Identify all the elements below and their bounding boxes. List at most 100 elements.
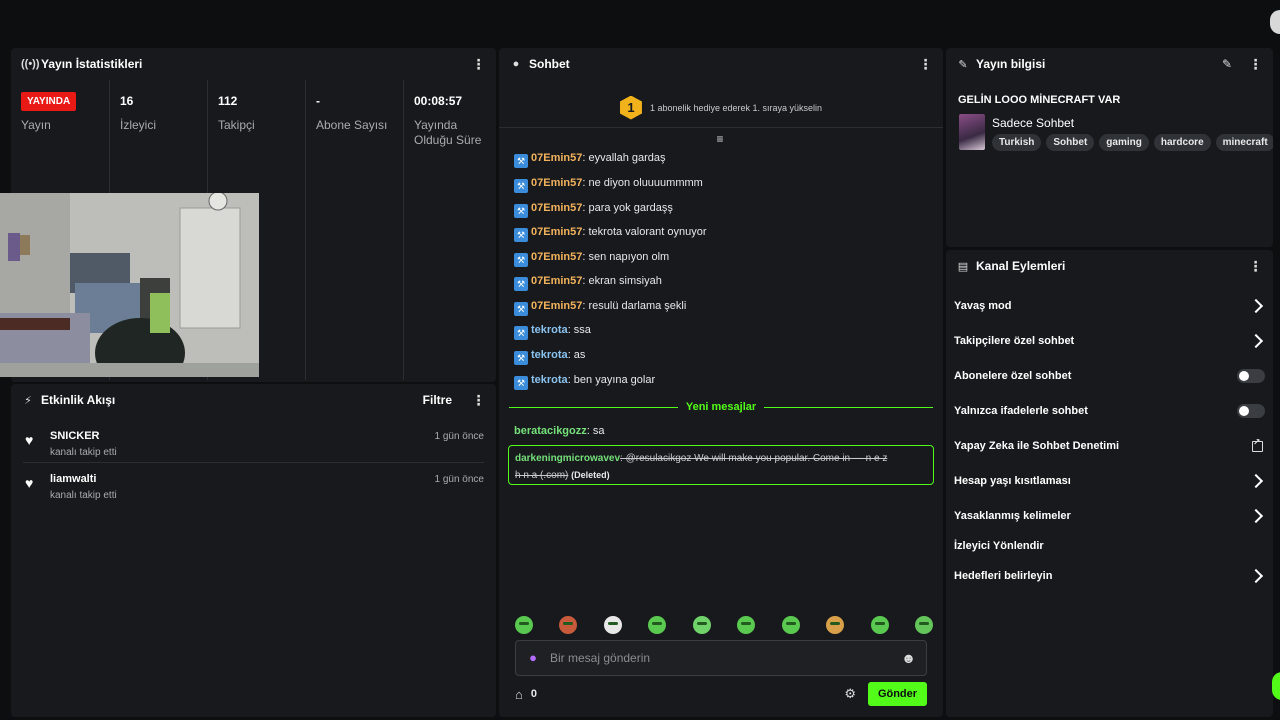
chat-menu-icon[interactable]: ⋮ [917, 56, 933, 73]
moderator-badge-icon: ⚒ [514, 253, 528, 267]
action-ai-moderation[interactable]: Yapay Zeka ile Sohbet Denetimi [954, 436, 1265, 456]
chat-username[interactable]: 07Emin57 [531, 152, 582, 164]
divider-line [509, 406, 678, 408]
profile-avatar[interactable] [1270, 10, 1280, 34]
emote-icon[interactable] [870, 616, 889, 634]
moderator-badge-icon: ⚒ [514, 326, 528, 340]
tag-list: Turkish Sohbet gaming hardcore minecraft [992, 134, 1273, 151]
activity-time: 1 gün önce [434, 431, 485, 442]
gear-icon[interactable]: ⚙ [844, 686, 856, 702]
emoji-picker-icon[interactable]: ☻ [901, 650, 916, 666]
action-banned-words[interactable]: Yasaklanmış kelimeler [954, 506, 1265, 526]
action-emotes-only[interactable]: Yalnızca ifadelerle sohbet [954, 401, 1265, 421]
stream-info-header: ✎ Yayın bilgisi ✎ ⋮ [946, 48, 1273, 80]
info-menu-icon[interactable]: ⋮ [1247, 56, 1263, 73]
chevron-right-icon [1248, 473, 1264, 489]
store-icon[interactable]: ⌂ [515, 687, 523, 702]
send-button[interactable]: Gönder [868, 682, 927, 706]
broadcast-icon: ((•)) [21, 58, 40, 70]
chat-username[interactable]: tekrota [531, 324, 568, 336]
chat-message: ⚒ 07Emin57: tekrota valorant oynuyor [514, 226, 707, 242]
stats-menu-icon[interactable]: ⋮ [470, 56, 486, 73]
stream-title: GELİN LOOO MİNECRAFT VAR [958, 94, 1121, 106]
chevron-right-icon [1248, 333, 1264, 349]
microphone-icon[interactable]: ● [526, 650, 540, 666]
emote-icon[interactable] [603, 616, 622, 634]
action-subscribers-only[interactable]: Abonelere özel sohbet [954, 366, 1265, 386]
chat-username[interactable]: 07Emin57 [531, 300, 582, 312]
chat-username[interactable]: beratacikgozz [514, 425, 587, 437]
lightning-icon: ⚡ [24, 394, 32, 407]
subscribers-only-toggle[interactable] [1237, 369, 1265, 383]
chat-text: : ekran simsiyah [582, 275, 662, 287]
chat-message: ⚒ tekrota: as [514, 349, 585, 365]
gift-leaderboard-banner[interactable]: 1 1 abonelik hediye ederek 1. sıraya yük… [499, 88, 943, 128]
store-count: 0 [530, 688, 537, 700]
activity-description: kanalı takip etti [50, 447, 117, 458]
chat-message-input[interactable] [550, 651, 902, 665]
action-slow-mode[interactable]: Yavaş mod [954, 296, 1265, 316]
gift-leaderboard-text: 1 abonelik hediye ederek 1. sıraya yükse… [649, 102, 823, 113]
chat-panel: ● Sohbet ⋮ 1 1 abonelik hediye ederek 1.… [499, 48, 943, 717]
duration-value: 00:08:57 [414, 94, 463, 108]
stream-stats-title: Yayın İstatistikleri [41, 57, 143, 71]
emote-icon[interactable] [737, 616, 756, 634]
stream-info-title: Yayın bilgisi [976, 57, 1046, 71]
emote-icon[interactable] [559, 616, 578, 634]
floating-action-button[interactable] [1272, 672, 1280, 700]
category-name[interactable]: Sadece Sohbet [992, 116, 1074, 130]
deleted-chat-message: darkeningmicrowavev: @resulacikgoz We wi… [508, 445, 934, 485]
chat-username[interactable]: 07Emin57 [531, 226, 582, 238]
new-messages-divider: Yeni mesajlar [509, 400, 934, 414]
emote-icon[interactable] [826, 616, 845, 634]
chat-title: Sohbet [529, 57, 570, 71]
activity-feed-header: ⚡ Etkinlik Akışı Filtre ⋮ [11, 384, 496, 416]
chat-username[interactable]: darkeningmicrowavev [515, 453, 620, 464]
heart-icon: ♥ [25, 475, 34, 491]
activity-menu-icon[interactable]: ⋮ [470, 392, 486, 409]
stream-stats-header: ((•)) Yayın İstatistikleri ⋮ [11, 48, 496, 80]
chat-username[interactable]: 07Emin57 [531, 251, 582, 263]
tag[interactable]: minecraft [1215, 134, 1273, 151]
edit-icon[interactable]: ✎ [1219, 57, 1235, 71]
chat-username[interactable]: 07Emin57 [531, 202, 582, 214]
webcam-video[interactable] [0, 193, 259, 377]
tag[interactable]: Turkish [992, 134, 1042, 151]
moderator-badge-icon: ⚒ [514, 302, 528, 316]
tag[interactable]: Sohbet [1046, 134, 1095, 151]
tag[interactable]: gaming [1099, 134, 1149, 151]
stat-subscribers: - Abone Sayısı [305, 80, 403, 380]
chat-bubble-icon: ● [512, 58, 520, 70]
heart-icon: ♥ [25, 432, 34, 448]
chat-text: : ssa [567, 324, 591, 336]
filter-button[interactable]: Filtre [423, 393, 452, 407]
chat-text: : tekrota valorant oynuyor [582, 226, 707, 238]
emote-icon[interactable] [515, 616, 533, 634]
action-followers-only[interactable]: Takipçilere özel sohbet [954, 331, 1265, 351]
followers-value: 112 [218, 94, 238, 108]
channel-actions-panel: ▤ Kanal Eylemleri ⋮ Yavaş mod Takipçiler… [946, 250, 1273, 717]
emotes-only-toggle[interactable] [1237, 404, 1265, 418]
actions-menu-icon[interactable]: ⋮ [1247, 258, 1263, 275]
chat-username[interactable]: tekrota [531, 374, 568, 386]
action-account-age[interactable]: Hesap yaşı kısıtlaması [954, 471, 1265, 491]
chat-username[interactable]: 07Emin57 [531, 177, 582, 189]
emote-icon[interactable] [914, 616, 933, 634]
stream-label: Yayın [21, 118, 51, 132]
activity-user-name[interactable]: liamwalti [50, 473, 96, 485]
emote-icon[interactable] [648, 616, 667, 634]
action-set-goals[interactable]: Hedefleri belirleyin [954, 566, 1265, 586]
tag[interactable]: hardcore [1153, 134, 1211, 151]
emote-icon[interactable] [781, 616, 800, 634]
chat-username[interactable]: 07Emin57 [531, 275, 582, 287]
category-thumbnail[interactable] [959, 114, 985, 150]
divider-line [764, 406, 934, 408]
activity-user-name[interactable]: SNICKER [50, 430, 100, 442]
chat-username[interactable]: tekrota [531, 349, 568, 361]
action-host[interactable]: İzleyici Yönlendir [954, 536, 1265, 556]
emote-icon[interactable] [692, 616, 711, 634]
duration-label-line2: Olduğu Süre [414, 133, 482, 147]
collapse-icon[interactable]: ≡ [713, 132, 727, 146]
chat-text: : ne diyon oluuuummmm [582, 177, 703, 189]
wrench-icon: ✎ [958, 58, 968, 71]
